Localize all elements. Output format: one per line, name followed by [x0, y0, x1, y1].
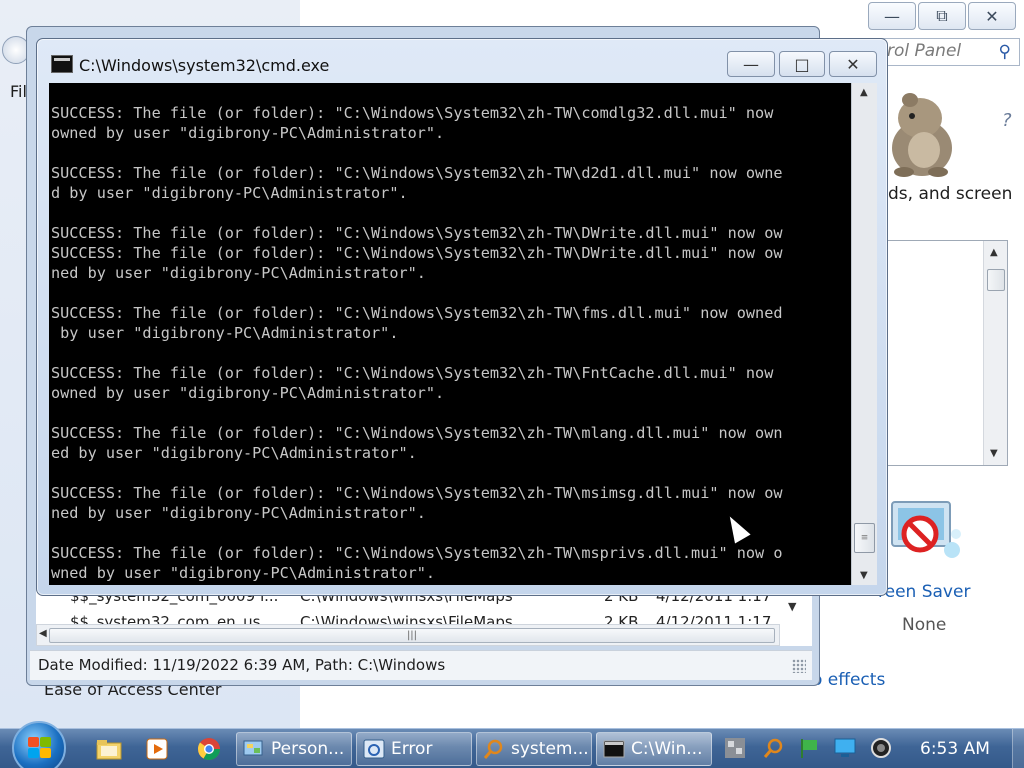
window-title: C:\Windows\system32\cmd.exe — [79, 56, 330, 75]
console-line: owned by user "digibrony-PC\Administrato… — [51, 124, 445, 142]
taskbar-button-search[interactable]: system... — [476, 732, 592, 766]
console-line: by user "digibrony-PC\Administrator". — [51, 324, 399, 342]
taskbar-button-label: Person... — [271, 739, 345, 759]
console-line: d by user "digibrony-PC\Administrator". — [51, 184, 408, 202]
show-desktop-button[interactable] — [1012, 729, 1024, 768]
hamster-theme-image — [892, 93, 952, 177]
resize-grip-icon[interactable] — [792, 659, 806, 673]
personalization-icon — [243, 740, 263, 756]
console-line: SUCCESS: The file (or folder): "C:\Windo… — [51, 104, 774, 122]
cmd-icon[interactable] — [51, 55, 73, 73]
console-line: SUCCESS: The file (or folder): "C:\Windo… — [51, 544, 783, 562]
console-line: wned by user "digibrony-PC\Administrator… — [51, 564, 436, 582]
close-button[interactable]: ✕ — [829, 51, 877, 77]
console-line: SUCCESS: The file (or folder): "C:\Windo… — [51, 224, 783, 242]
console-line: ed by user "digibrony-PC\Administrator". — [51, 444, 417, 462]
start-button[interactable] — [12, 721, 66, 768]
theme-list-scrollbar[interactable]: ▲ ▼ — [983, 241, 1007, 465]
clock[interactable]: 6:53 AM — [920, 739, 990, 759]
volume-speaker-icon[interactable] — [870, 737, 892, 759]
media-player-pinned-icon[interactable] — [142, 735, 172, 763]
taskbar-button-label: system... — [511, 739, 589, 759]
cmd-icon — [603, 740, 625, 758]
console-output[interactable]: SUCCESS: The file (or folder): "C:\Windo… — [49, 83, 851, 585]
control-panel-restore-button[interactable]: ⧉ — [918, 2, 966, 30]
console-scrollbar[interactable]: ▲ ≡ ▼ — [851, 83, 877, 585]
console-line: ned by user "digibrony-PC\Administrator"… — [51, 264, 426, 282]
status-text: Date Modified: 11/19/2022 6:39 AM, Path:… — [38, 656, 446, 674]
scroll-left-icon[interactable]: ◀ — [39, 628, 47, 639]
search-input-text: rol Panel — [887, 41, 962, 61]
cmd-window[interactable]: C:\Windows\system32\cmd.exe — □ ✕ SUCCES… — [36, 38, 888, 596]
scroll-down-icon[interactable]: ▼ — [860, 570, 868, 581]
search-icon[interactable]: ⚲ — [999, 42, 1011, 62]
scroll-thumb[interactable] — [987, 269, 1005, 291]
help-icon[interactable]: ? — [1002, 110, 1012, 131]
horizontal-scrollbar[interactable]: ◀ ||| — [36, 624, 780, 646]
console-line: SUCCESS: The file (or folder): "C:\Windo… — [51, 244, 783, 262]
control-panel-window-controls: — ⧉ ✕ — [868, 2, 1016, 30]
console-line: owned by user "digibrony-PC\Administrato… — [51, 384, 445, 402]
chrome-pinned-icon[interactable] — [194, 735, 224, 763]
control-panel-minimize-button[interactable]: — — [868, 2, 916, 30]
taskbar-button-error[interactable]: Error — [356, 732, 472, 766]
network-monitor-icon[interactable] — [834, 737, 856, 759]
file-menu[interactable]: Fil — [10, 82, 27, 101]
scroll-thumb[interactable]: ≡ — [854, 523, 875, 553]
minimize-button[interactable]: — — [727, 51, 775, 77]
console-line: SUCCESS: The file (or folder): "C:\Windo… — [51, 164, 783, 182]
search-results-icon — [483, 739, 503, 759]
action-center-flag-icon[interactable] — [798, 737, 820, 759]
console-line: SUCCESS: The file (or folder): "C:\Windo… — [51, 484, 783, 502]
horizontal-scroll-thumb[interactable]: ||| — [49, 628, 775, 643]
console-line: SUCCESS: The file (or folder): "C:\Windo… — [51, 424, 783, 442]
maximize-button[interactable]: □ — [779, 51, 825, 77]
tray-app-icon[interactable] — [724, 737, 746, 759]
search-input[interactable]: rol Panel ⚲ — [868, 38, 1020, 66]
scroll-down-icon[interactable]: ▼ — [990, 448, 998, 459]
taskbar: Person... Error system... C:\Win... 6:53… — [0, 721, 1024, 768]
scroll-up-icon[interactable]: ▲ — [990, 247, 998, 258]
effects-link[interactable]: o effects — [812, 670, 885, 690]
screen-saver-icon[interactable] — [886, 498, 966, 570]
taskbar-button-cmd[interactable]: C:\Win... — [596, 732, 712, 766]
windows-logo-icon — [28, 737, 52, 759]
taskbar-button-label: Error — [391, 739, 433, 759]
taskbar-button-personalization[interactable]: Person... — [236, 732, 352, 766]
console-line: SUCCESS: The file (or folder): "C:\Windo… — [51, 304, 783, 322]
theme-list[interactable]: ▲ ▼ — [880, 240, 1008, 466]
scroll-down-icon[interactable]: ▼ — [788, 600, 796, 613]
control-panel-close-button[interactable]: ✕ — [968, 2, 1016, 30]
taskbar-button-label: C:\Win... — [631, 739, 703, 759]
console-line: SUCCESS: The file (or folder): "C:\Windo… — [51, 364, 774, 382]
explorer-pinned-icon[interactable] — [94, 735, 124, 763]
scroll-up-icon[interactable]: ▲ — [860, 87, 868, 98]
error-dialog-icon — [363, 739, 385, 759]
status-bar: Date Modified: 11/19/2022 6:39 AM, Path:… — [30, 650, 812, 680]
tray-search-icon[interactable] — [762, 737, 784, 759]
screen-saver-value: None — [902, 615, 947, 635]
screen-saver-link[interactable]: reen Saver — [878, 582, 970, 602]
console-text: SUCCESS: The file (or folder): "C:\Windo… — [51, 103, 851, 583]
theme-description-text: ds, and screen — [888, 184, 1013, 204]
